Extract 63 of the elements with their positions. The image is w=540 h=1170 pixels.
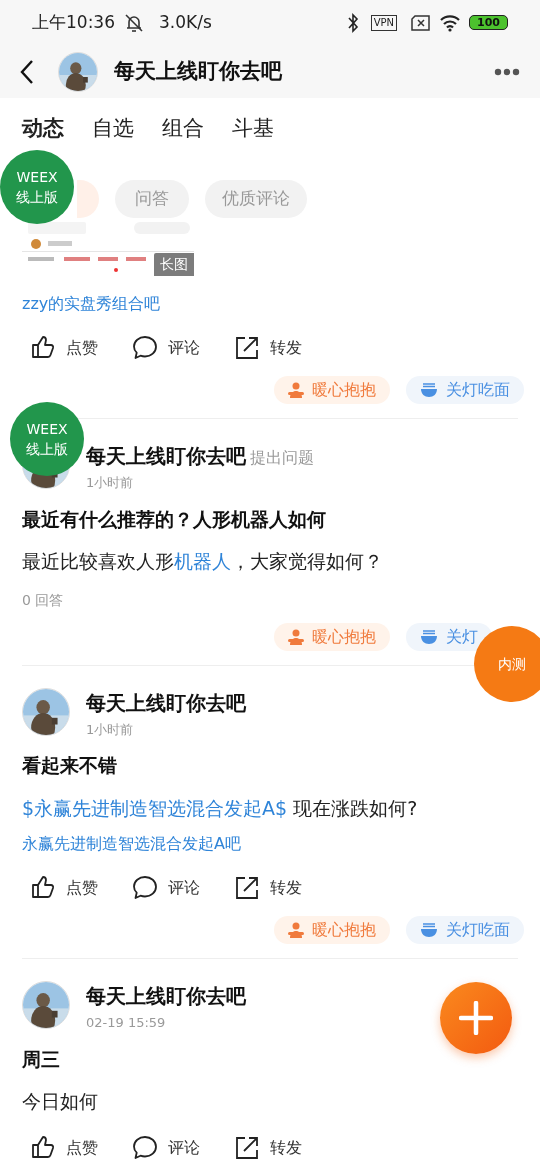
post-type: 提出问题 — [250, 447, 314, 469]
share-icon — [234, 335, 260, 361]
thumbs-up-icon — [30, 1134, 56, 1161]
like-button[interactable]: 点赞 — [30, 335, 98, 361]
post-text: 最近比较喜欢人形机器人，大家觉得如何？ — [22, 549, 384, 574]
battery-indicator: 100 — [469, 15, 508, 30]
tab[interactable]: 动态 — [22, 112, 64, 146]
author-name[interactable]: 每天上线盯你去吧 — [86, 981, 246, 1011]
comment-button[interactable]: 评论 — [132, 875, 200, 901]
add-button[interactable] — [440, 982, 512, 1054]
post-title: 周三 — [22, 1046, 61, 1072]
thumbs-up-icon — [30, 875, 56, 901]
comment-button[interactable]: 评论 — [132, 1134, 200, 1161]
forum-link[interactable]: 永赢先进制造智选混合发起A吧 — [0, 822, 540, 856]
tab[interactable]: 斗基 — [232, 112, 274, 146]
vpn-indicator: VPN — [370, 14, 398, 31]
wifi-icon — [439, 13, 462, 32]
speech-bubble-icon — [132, 1134, 158, 1161]
forum-link[interactable]: zzy的实盘秀组合吧 — [0, 276, 540, 316]
network-speed: 3.0K/s — [159, 10, 212, 34]
more-icon[interactable] — [494, 67, 520, 76]
share-icon — [234, 875, 260, 901]
stock-link[interactable]: $永赢先进制造智选混合发起A$ — [22, 796, 288, 819]
speech-bubble-icon — [132, 335, 158, 361]
post-title: 看起来不错 — [22, 753, 118, 778]
answer-count: 0 回答 — [22, 590, 65, 610]
person-icon — [288, 628, 304, 645]
bowl-icon — [420, 382, 438, 398]
share-button[interactable]: 转发 — [234, 875, 302, 901]
image-badge: 长图 — [154, 253, 194, 276]
weex-badge[interactable]: WEEX 线上版 — [10, 402, 84, 476]
plus-icon — [459, 1001, 493, 1035]
status-time: 上午10:36 — [32, 10, 115, 34]
muted-bell-icon — [123, 11, 145, 34]
share-button[interactable]: 转发 — [234, 335, 302, 361]
stock-link[interactable]: 机器人 — [174, 550, 231, 572]
author-name[interactable]: 每天上线盯你去吧 — [86, 441, 246, 471]
share-icon — [234, 1134, 260, 1161]
like-button[interactable]: 点赞 — [30, 875, 98, 901]
author-name[interactable]: 每天上线盯你去吧 — [86, 687, 246, 718]
post-time: 02-19 15:59 — [86, 1014, 167, 1032]
tab[interactable]: 组合 — [162, 112, 204, 146]
back-icon — [20, 58, 34, 85]
post-time: 1小时前 — [86, 720, 135, 739]
bowl-icon — [420, 922, 438, 938]
bluetooth-icon — [346, 12, 359, 33]
back-button[interactable] — [20, 58, 34, 85]
person-icon — [288, 922, 304, 938]
post-text: $永赢先进制造智选混合发起A$ 现在涨跌如何? — [22, 795, 419, 821]
weex-badge[interactable]: WEEX 线上版 — [0, 150, 74, 224]
person-icon — [288, 382, 304, 398]
share-button[interactable]: 转发 — [234, 1134, 302, 1161]
tab[interactable]: 自选 — [92, 112, 134, 146]
post-text: 今日如何 — [22, 1089, 99, 1114]
comment-button[interactable]: 评论 — [132, 335, 200, 361]
page-title: 每天上线盯你去吧 — [114, 57, 283, 85]
post-title: 最近有什么推荐的？人形机器人如何 — [22, 506, 327, 532]
bowl-icon — [420, 628, 438, 645]
thumbs-up-icon — [30, 335, 56, 361]
sim-off-icon — [411, 14, 432, 31]
speech-bubble-icon — [132, 875, 158, 901]
post-time: 1小时前 — [86, 474, 135, 492]
like-button[interactable]: 点赞 — [30, 1134, 98, 1161]
